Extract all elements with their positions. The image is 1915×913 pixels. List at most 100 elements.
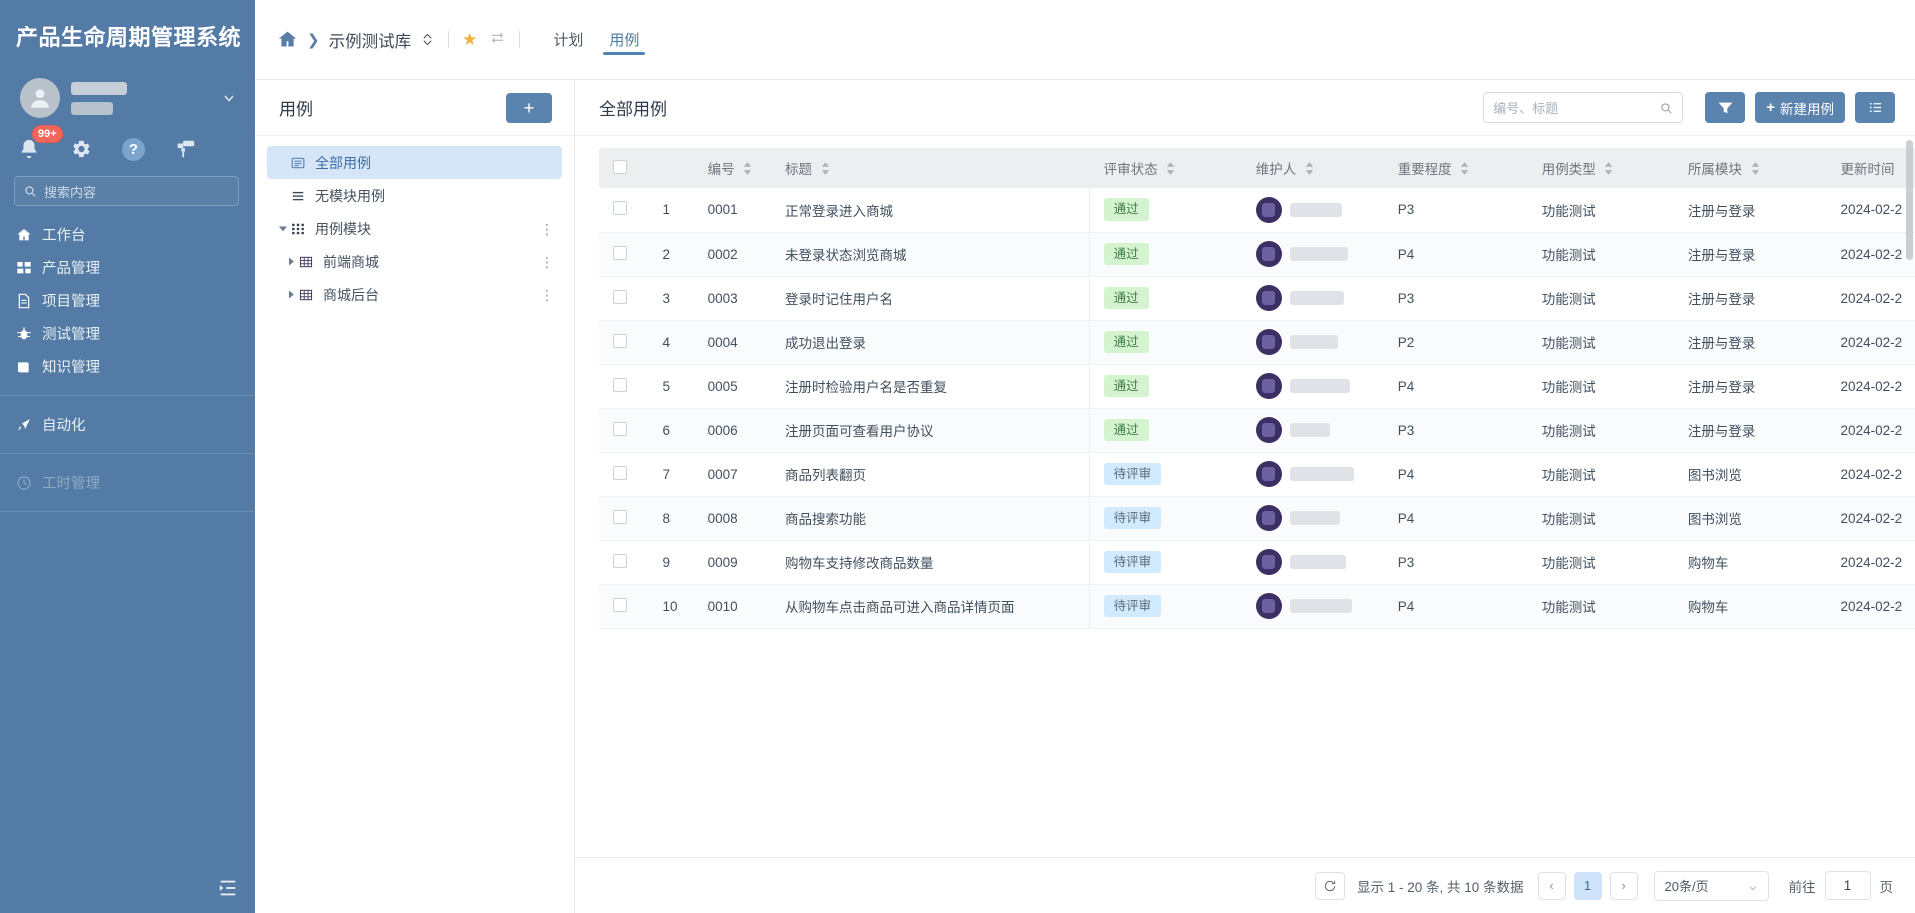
sort-icon[interactable] xyxy=(1604,162,1613,178)
swap-arrows-icon[interactable] xyxy=(489,29,506,51)
row-title[interactable]: 未登录状态浏览商城 xyxy=(785,248,907,263)
row-title[interactable]: 正常登录进入商城 xyxy=(785,204,893,219)
sidebar-item-product[interactable]: 产品管理 xyxy=(0,251,255,284)
header-select-all[interactable] xyxy=(599,148,649,188)
table-row[interactable]: 8 0008 商品搜索功能 待评审 P4 功能测试 图书浏览 2024-02-2 xyxy=(599,496,1915,541)
new-case-button[interactable]: + 新建用例 xyxy=(1755,92,1845,123)
table-row[interactable]: 9 0009 购物车支持修改商品数量 待评审 P3 功能测试 购物车 2024-02-2 xyxy=(599,540,1915,585)
row-checkbox[interactable] xyxy=(613,333,627,348)
row-title[interactable]: 商品搜索功能 xyxy=(785,512,866,527)
table-row[interactable]: 3 0003 登录时记住用户名 通过 P3 功能测试 注册与登录 2024-02-2 xyxy=(599,276,1915,321)
row-code[interactable]: 0003 xyxy=(708,291,738,306)
select-all-checkbox[interactable] xyxy=(613,159,627,174)
repo-switch-updown-icon[interactable] xyxy=(420,31,435,48)
add-module-button[interactable]: + xyxy=(506,92,552,123)
tree-item-no-module-cases[interactable]: 无模块用例 xyxy=(267,179,562,212)
filter-button[interactable] xyxy=(1705,92,1746,123)
table-row[interactable]: 1 0001 正常登录进入商城 通过 P3 功能测试 注册与登录 2024-02-2 xyxy=(599,188,1915,233)
header-owner[interactable]: 维护人 xyxy=(1241,148,1384,188)
row-code[interactable]: 0007 xyxy=(708,467,738,482)
sort-icon[interactable] xyxy=(1166,162,1175,178)
theme-paint-roller-button[interactable] xyxy=(174,132,226,166)
sidebar-item-knowledge[interactable]: 知识管理 xyxy=(0,350,255,383)
row-code[interactable]: 0002 xyxy=(708,247,738,262)
sidebar-item-project[interactable]: 项目管理 xyxy=(0,284,255,317)
column-settings-button[interactable] xyxy=(1855,92,1895,123)
tree-item-menu-icon[interactable]: ⋮ xyxy=(540,222,554,236)
vertical-scrollbar[interactable] xyxy=(1906,140,1913,260)
row-title[interactable]: 商品列表翻页 xyxy=(785,468,866,483)
tree-item-menu-icon[interactable]: ⋮ xyxy=(540,255,554,269)
sidebar-item-workbench[interactable]: 工作台 xyxy=(0,218,255,251)
sidebar-item-test[interactable]: 测试管理 xyxy=(0,317,255,350)
row-code[interactable]: 0006 xyxy=(708,423,738,438)
row-title[interactable]: 成功退出登录 xyxy=(785,336,866,351)
table-row[interactable]: 2 0002 未登录状态浏览商城 通过 P4 功能测试 注册与登录 2024-02-2 xyxy=(599,232,1915,277)
table-row[interactable]: 6 0006 注册页面可查看用户协议 通过 P3 功能测试 注册与登录 2024-02-2 xyxy=(599,408,1915,453)
chevron-right-icon[interactable] xyxy=(283,257,299,266)
table-row[interactable]: 10 0010 从购物车点击商品可进入商品详情页面 待评审 P4 功能测试 购物车 2024-… xyxy=(599,584,1915,629)
header-case-type[interactable]: 用例类型 xyxy=(1527,148,1674,188)
home-breadcrumb-icon[interactable] xyxy=(277,29,298,50)
row-code[interactable]: 0010 xyxy=(708,599,738,614)
settings-gear-button[interactable] xyxy=(70,132,122,166)
sidebar-item-automation[interactable]: 自动化 xyxy=(0,408,255,441)
chevron-right-icon[interactable] xyxy=(283,290,299,299)
row-title[interactable]: 登录时记住用户名 xyxy=(785,292,893,307)
header-priority[interactable]: 重要程度 xyxy=(1383,148,1528,188)
row-code[interactable]: 0009 xyxy=(708,555,738,570)
page-1-button[interactable]: 1 xyxy=(1573,871,1602,900)
row-checkbox[interactable] xyxy=(613,201,627,216)
sort-icon[interactable] xyxy=(743,162,752,178)
table-row[interactable]: 5 0005 注册时检验用户名是否重复 通过 P4 功能测试 注册与登录 2024-02-2 xyxy=(599,364,1915,409)
row-checkbox[interactable] xyxy=(613,509,627,524)
refresh-button[interactable] xyxy=(1314,871,1345,900)
sort-icon[interactable] xyxy=(1305,162,1314,178)
row-checkbox[interactable] xyxy=(613,421,627,436)
help-question-button[interactable]: ? xyxy=(122,132,174,166)
chevron-down-icon[interactable] xyxy=(275,224,291,233)
tree-item-mall-backend[interactable]: 商城后台 ⋮ xyxy=(267,278,562,311)
tree-item-all-cases[interactable]: 全部用例 xyxy=(267,146,562,179)
row-title[interactable]: 注册页面可查看用户协议 xyxy=(785,424,934,439)
row-checkbox[interactable] xyxy=(613,377,627,392)
row-checkbox[interactable] xyxy=(613,245,627,260)
tab-plan[interactable]: 计划 xyxy=(547,15,589,65)
header-module[interactable]: 所属模块 xyxy=(1673,148,1827,188)
next-page-button[interactable]: › xyxy=(1609,871,1638,900)
sidebar-search-input[interactable]: 搜索内容 xyxy=(14,176,239,206)
tree-item-frontend-mall[interactable]: 前端商城 ⋮ xyxy=(267,245,562,278)
sort-icon[interactable] xyxy=(1751,162,1760,178)
case-search-input[interactable]: 编号、标题 xyxy=(1483,92,1684,123)
row-checkbox[interactable] xyxy=(613,597,627,612)
row-code[interactable]: 0001 xyxy=(708,202,738,217)
sidebar-item-timesheet[interactable]: 工时管理 xyxy=(0,466,255,499)
user-profile-block[interactable] xyxy=(0,62,255,118)
row-code[interactable]: 0005 xyxy=(708,379,738,394)
page-size-select[interactable]: 20条/页 xyxy=(1653,870,1769,901)
chevron-down-icon[interactable] xyxy=(221,90,237,106)
favorite-star-icon[interactable]: ★ xyxy=(462,30,477,50)
row-title[interactable]: 购物车支持修改商品数量 xyxy=(785,556,934,571)
breadcrumb-repo-name[interactable]: 示例测试库 xyxy=(329,28,412,52)
row-checkbox[interactable] xyxy=(613,553,627,568)
row-title[interactable]: 注册时检验用户名是否重复 xyxy=(785,380,947,395)
row-code[interactable]: 0004 xyxy=(708,335,738,350)
tab-cases[interactable]: 用例 xyxy=(603,15,646,65)
sort-icon[interactable] xyxy=(821,162,830,178)
header-code[interactable]: 编号 xyxy=(693,148,771,188)
sidebar-collapse-button[interactable] xyxy=(217,877,239,899)
row-code[interactable]: 0008 xyxy=(708,511,738,526)
row-checkbox[interactable] xyxy=(613,465,627,480)
goto-page-input[interactable]: 1 xyxy=(1824,871,1871,900)
table-row[interactable]: 7 0007 商品列表翻页 待评审 P4 功能测试 图书浏览 2024-02-2 xyxy=(599,452,1915,497)
table-row[interactable]: 4 0004 成功退出登录 通过 P2 功能测试 注册与登录 2024-02-2 xyxy=(599,320,1915,365)
header-updated-time[interactable]: 更新时间 ⋮ xyxy=(1826,148,1915,188)
tree-item-menu-icon[interactable]: ⋮ xyxy=(540,288,554,302)
sort-icon[interactable] xyxy=(1460,162,1469,178)
header-review-status[interactable]: 评审状态 xyxy=(1088,148,1242,188)
row-title[interactable]: 从购物车点击商品可进入商品详情页面 xyxy=(785,600,1015,615)
header-title[interactable]: 标题 xyxy=(770,148,1090,188)
prev-page-button[interactable]: ‹ xyxy=(1537,871,1566,900)
notification-bell-button[interactable]: 99+ xyxy=(18,125,70,166)
